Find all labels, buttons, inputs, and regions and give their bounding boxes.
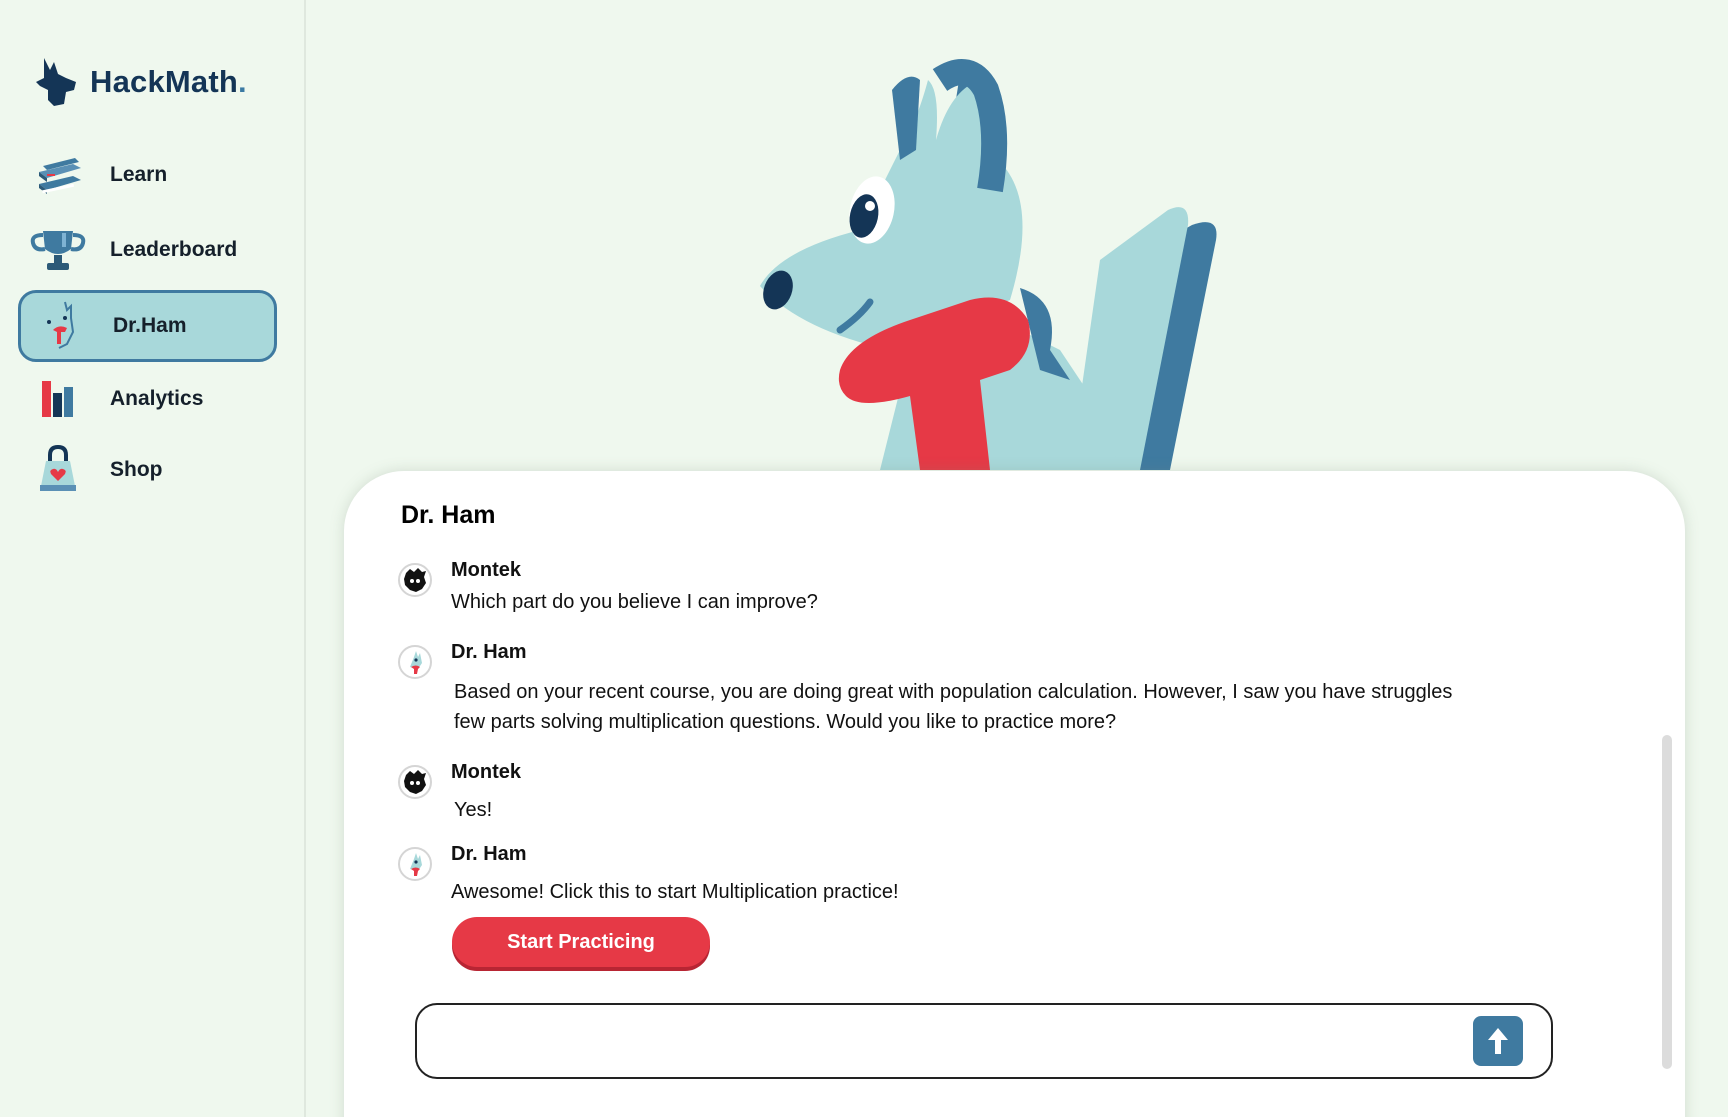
message-text: Awesome! Click this to start Multiplicat… xyxy=(451,881,899,903)
brand-name: HackMath. xyxy=(90,64,247,99)
message-text: Based on your recent course, you are doi… xyxy=(454,681,1453,703)
start-practicing-button[interactable]: Start Practicing xyxy=(452,917,710,967)
chat-panel: Dr. Ham Montek Which part do you believe… xyxy=(344,471,1685,1117)
sidebar-item-leaderboard[interactable]: Leaderboard xyxy=(18,214,277,286)
user-avatar-icon xyxy=(398,563,432,597)
sidebar-item-dr-ham[interactable]: Dr.Ham xyxy=(18,290,277,362)
sidebar-item-label: Leaderboard xyxy=(110,238,238,261)
sidebar-item-shop[interactable]: Shop xyxy=(18,434,277,506)
sidebar-item-label: Learn xyxy=(110,163,168,186)
bar-chart-icon xyxy=(26,371,90,427)
dr-ham-icon xyxy=(29,298,93,354)
dr-ham-avatar-icon xyxy=(398,847,432,881)
message-sender: Dr. Ham xyxy=(451,843,527,865)
sidebar: HackMath. Learn Leaderboard Dr.Ham Analy… xyxy=(0,0,306,1117)
sidebar-item-label: Analytics xyxy=(110,387,204,410)
send-button[interactable] xyxy=(1473,1016,1523,1066)
chat-input-box xyxy=(415,1003,1553,1079)
hackmath-logo-icon xyxy=(36,58,76,106)
shopping-bag-icon xyxy=(26,442,90,498)
sidebar-item-label: Shop xyxy=(110,458,163,481)
logo[interactable]: HackMath. xyxy=(36,56,247,108)
user-avatar-icon xyxy=(398,765,432,799)
chat-input[interactable] xyxy=(437,1019,1457,1063)
message-text: Yes! xyxy=(454,799,493,821)
chat-title: Dr. Ham xyxy=(401,501,496,529)
message-text: Which part do you believe I can improve? xyxy=(451,591,818,613)
message-sender: Dr. Ham xyxy=(451,641,527,663)
message-text: few parts solving multiplication questio… xyxy=(454,711,1117,733)
message-sender: Montek xyxy=(451,559,521,581)
dr-ham-avatar-icon xyxy=(398,645,432,679)
arrow-up-icon xyxy=(1488,1028,1508,1054)
message-sender: Montek xyxy=(451,761,521,783)
sidebar-item-label: Dr.Ham xyxy=(113,314,187,337)
sidebar-item-analytics[interactable]: Analytics xyxy=(18,363,277,435)
dr-ham-mascot-illustration xyxy=(740,50,1240,480)
sidebar-item-learn[interactable]: Learn xyxy=(18,139,277,211)
chat-scrollbar[interactable] xyxy=(1662,735,1672,1069)
trophy-icon xyxy=(26,222,90,278)
books-icon xyxy=(26,147,90,203)
